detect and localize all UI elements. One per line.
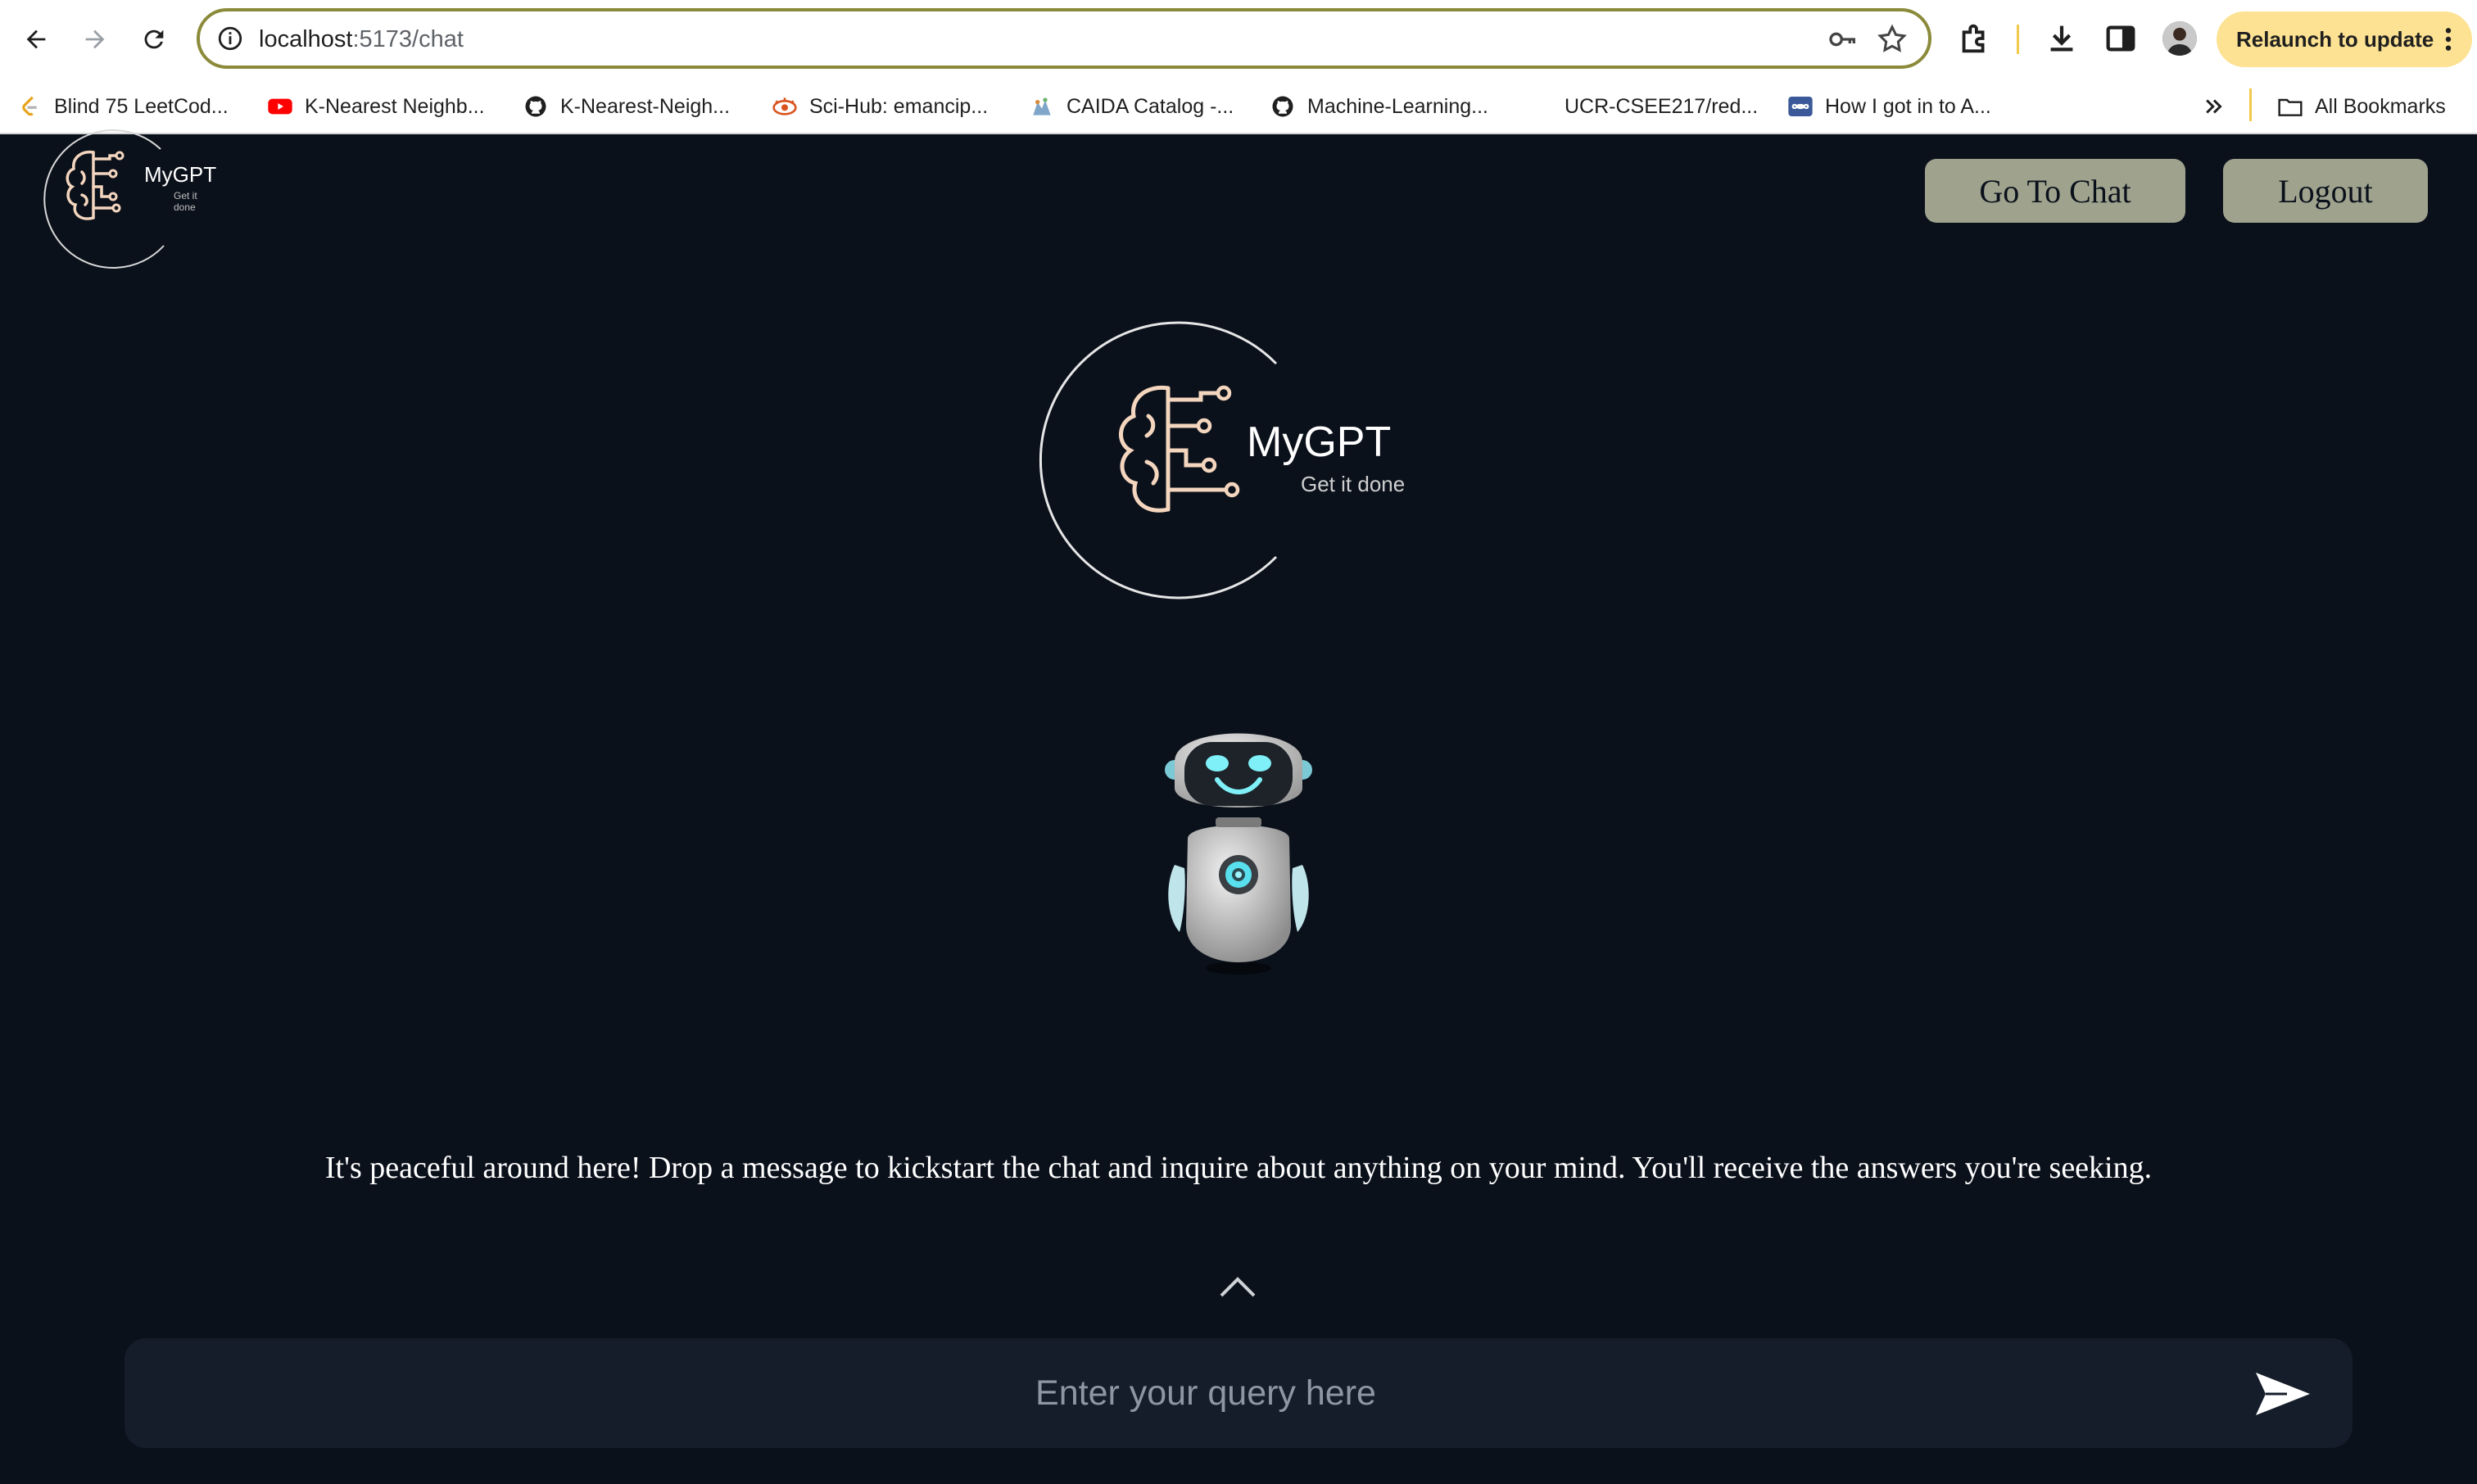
robot-mascot [1163, 729, 1314, 978]
scihub-icon [772, 93, 798, 120]
hero-logo-title: MyGPT [1247, 419, 1392, 466]
bookmark-item[interactable]: K-Nearest-Neigh... [523, 90, 730, 123]
infinity-icon [1787, 93, 1814, 120]
bookmark-item[interactable]: How I got in to A... [1787, 90, 1991, 123]
back-button[interactable] [13, 16, 59, 62]
toolbar-divider [2017, 25, 2019, 54]
bookmark-item[interactable]: UCR-CSEE217/red... [1565, 90, 1758, 123]
bookmark-item[interactable]: Machine-Learning... [1270, 90, 1488, 123]
caida-icon [1029, 93, 1055, 120]
all-bookmarks-button[interactable]: All Bookmarks [2277, 90, 2446, 123]
url-text[interactable]: localhost:5173/chat [259, 25, 464, 54]
header-logo[interactable]: MyGPT Get it done [25, 126, 221, 274]
relaunch-label: Relaunch to update [2236, 26, 2434, 52]
logout-button[interactable]: Logout [2223, 159, 2428, 223]
profile-avatar[interactable] [2162, 21, 2197, 56]
chevron-up-icon[interactable] [1219, 1273, 1257, 1301]
github-icon [523, 93, 549, 120]
relaunch-button[interactable]: Relaunch to update [2217, 11, 2472, 67]
folder-icon [2277, 93, 2303, 120]
double-chevron-right-icon [2206, 99, 2222, 114]
youtube-icon [267, 93, 293, 120]
go-to-chat-button[interactable]: Go To Chat [1925, 159, 2185, 223]
forward-button[interactable] [72, 16, 118, 62]
github-icon [1270, 93, 1296, 120]
key-icon[interactable] [1827, 23, 1859, 56]
send-icon[interactable] [2254, 1369, 2312, 1418]
more-vert-icon [2445, 28, 2452, 51]
query-input[interactable] [157, 1338, 2254, 1448]
extensions-icon[interactable] [1956, 20, 1994, 57]
info-icon[interactable] [216, 25, 244, 52]
user-avatar-icon [2162, 21, 2197, 56]
download-icon[interactable] [2043, 20, 2081, 57]
bookmark-item[interactable]: K-Nearest Neighb... [267, 90, 485, 123]
header-logo-title: MyGPT [144, 162, 217, 187]
side-panel-icon[interactable] [2102, 20, 2140, 57]
star-icon[interactable] [1876, 23, 1909, 56]
reload-icon [144, 29, 164, 49]
chat-page: MyGPT Get it done Go To Chat Logout MyGP… [0, 129, 2477, 1484]
bookmark-item[interactable]: Sci-Hub: emancip... [772, 90, 988, 123]
reload-button[interactable] [131, 16, 177, 62]
browser-toolbar: localhost:5173/chat Relaunch to update [0, 0, 2477, 79]
address-bar[interactable]: localhost:5173/chat [197, 8, 1931, 69]
bookmark-item[interactable]: CAIDA Catalog -... [1029, 90, 1234, 123]
bookmark-item[interactable]: Blind 75 LeetCod... [16, 90, 229, 123]
more-bookmarks-button[interactable] [2202, 90, 2226, 123]
arrow-right-icon [85, 29, 105, 49]
hero-logo-tagline: Get it done [1301, 472, 1406, 496]
arrow-left-icon [26, 29, 46, 49]
go-to-chat-label: Go To Chat [1979, 172, 2131, 210]
header-logo-tagline: Get it done [174, 190, 197, 213]
empty-chat-message: It's peaceful around here! Drop a messag… [324, 1151, 2153, 1185]
robot-icon [1165, 733, 1312, 975]
bookmarks-divider [2249, 88, 2252, 121]
bookmarks-bar: Blind 75 LeetCod... K-Nearest Neighb... … [0, 79, 2477, 134]
chat-input-bar [125, 1338, 2352, 1448]
logout-label: Logout [2278, 172, 2373, 210]
leetcode-icon [16, 93, 43, 120]
hero-logo: MyGPT Get it done [1016, 319, 1409, 603]
